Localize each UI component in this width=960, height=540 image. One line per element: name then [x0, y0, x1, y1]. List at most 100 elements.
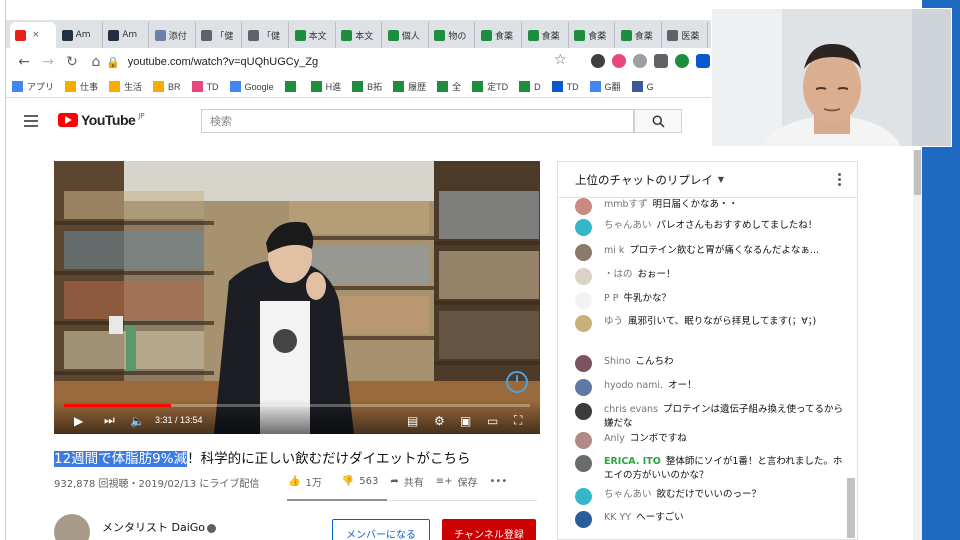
tab-close-icon[interactable]: ×	[32, 30, 40, 40]
bookmark-label: 仕事	[80, 82, 99, 92]
chat-avatar[interactable]	[575, 219, 592, 236]
chat-avatar[interactable]	[575, 455, 592, 472]
browser-tab[interactable]: 個人	[383, 22, 429, 48]
chat-scrollbar[interactable]	[847, 478, 855, 538]
chat-author: ゆう	[604, 316, 624, 327]
bookmark-item[interactable]: 生活	[109, 80, 142, 93]
bookmark-item[interactable]: H進	[310, 80, 341, 93]
chat-message-body: ゆう 風邪引いて、眠りながら拝見してます(；∀；)	[604, 315, 845, 329]
video-player[interactable]: ▶ ⏭ 🔈 3:31 / 13:54 ▤ ⚙ ▣ ▭ ⛶	[54, 161, 540, 434]
chat-avatar[interactable]	[575, 244, 592, 261]
browser-tab[interactable]: 本文	[336, 22, 383, 48]
fullscreen-icon[interactable]: ⛶	[514, 413, 522, 428]
bookmark-item[interactable]: B拓	[352, 80, 382, 93]
chat-avatar[interactable]	[575, 198, 592, 215]
camera-extension-icon[interactable]	[654, 54, 668, 68]
browser-tab[interactable]: 食薬	[523, 22, 569, 48]
video-actions: 👍 1万 👎 563 ➦ 共有 ≡+ 保存 •••	[288, 474, 507, 489]
bookmark-item[interactable]: TD	[191, 81, 219, 92]
home-icon[interactable]: ⌂	[84, 50, 108, 74]
chat-avatar[interactable]	[575, 403, 592, 420]
subscribe-button[interactable]: チャンネル登録	[442, 519, 536, 540]
bookmark-item[interactable]: BR	[153, 81, 181, 92]
bookmark-item[interactable]: D	[519, 81, 541, 92]
page-scrollbar-thumb[interactable]	[914, 150, 921, 195]
chat-header[interactable]: 上位のチャットのリプレイ ▼	[558, 162, 857, 198]
browser-tab[interactable]: 食薬	[569, 22, 616, 48]
extension-icon[interactable]	[633, 54, 647, 68]
bookmark-item[interactable]: G	[631, 81, 654, 92]
chat-avatar[interactable]	[575, 511, 592, 528]
bookmark-star-icon[interactable]: ☆	[554, 52, 567, 68]
youtube-logo[interactable]: YouTube JP	[58, 112, 145, 128]
more-options-icon[interactable]	[838, 173, 841, 188]
back-arrow-icon[interactable]: ←	[12, 50, 36, 74]
bookmark-item[interactable]: 履歴	[393, 80, 426, 93]
bookmark-item[interactable]: Google	[229, 81, 274, 92]
chat-avatar[interactable]	[575, 379, 592, 396]
search-input[interactable]: 検索	[201, 109, 634, 133]
volume-icon[interactable]: 🔈	[130, 414, 145, 428]
chat-avatar[interactable]	[575, 292, 592, 309]
chat-author: ・はの	[604, 269, 633, 280]
browser-tab[interactable]: 食薬	[476, 22, 522, 48]
next-icon[interactable]: ⏭	[104, 413, 115, 428]
subtitles-icon[interactable]: ▤	[407, 414, 418, 428]
reload-icon[interactable]: ↻	[60, 50, 84, 74]
share-button[interactable]: ➦ 共有	[390, 474, 423, 489]
channel-avatar[interactable]	[54, 514, 90, 540]
extension-icon[interactable]	[696, 54, 710, 68]
bookmark-item[interactable]: アプリ	[12, 80, 54, 93]
browser-tab[interactable]: Am	[57, 22, 103, 48]
extension-icon[interactable]	[675, 54, 689, 68]
browser-tab[interactable]: 物の	[429, 22, 476, 48]
progress-bar[interactable]	[64, 404, 530, 407]
settings-gear-icon[interactable]: ⚙	[434, 414, 445, 428]
address-bar[interactable]: 🔒 youtube.com/watch?v=qUQhUGCy_Zg	[106, 50, 584, 74]
play-icon[interactable]: ▶	[74, 414, 83, 428]
like-button[interactable]: 👍 1万	[288, 474, 322, 489]
browser-tab[interactable]: 医薬	[662, 22, 709, 48]
page-scrollbar[interactable]	[913, 150, 922, 540]
chat-avatar[interactable]	[575, 315, 592, 332]
chat-message-body: KK YY へーすごい	[604, 511, 845, 525]
chat-avatar[interactable]	[575, 488, 592, 505]
more-actions-button[interactable]: •••	[490, 476, 508, 487]
browser-tab[interactable]: ×	[10, 22, 56, 48]
bookmark-item[interactable]: 仕事	[65, 80, 98, 93]
browser-tab[interactable]: 食薬	[616, 22, 662, 48]
menu-icon[interactable]	[24, 115, 38, 127]
browser-tab[interactable]: Am	[103, 22, 150, 48]
join-membership-button[interactable]: メンバーになる	[332, 519, 430, 540]
save-button[interactable]: ≡+ 保存	[436, 474, 478, 489]
search-button[interactable]	[634, 109, 682, 133]
bookmark-item[interactable]	[284, 81, 300, 92]
channel-name[interactable]: メンタリスト DaiGo	[102, 519, 217, 535]
chat-text: 明日届くかなあ・・	[652, 199, 739, 210]
browser-tab[interactable]: 添付	[150, 22, 196, 48]
chat-avatar[interactable]	[575, 355, 592, 372]
browser-tab[interactable]: 本文	[290, 22, 336, 48]
forward-arrow-icon[interactable]: →	[36, 50, 60, 74]
chat-message-body: Shino こんちわ	[604, 355, 845, 369]
browser-tab[interactable]: 「健	[243, 22, 289, 48]
bookmark-item[interactable]: 定TD	[472, 80, 508, 93]
chat-avatar[interactable]	[575, 432, 592, 449]
bookmark-item[interactable]: G翻	[589, 80, 621, 93]
tab-label: Am	[122, 30, 138, 40]
extension-icon[interactable]	[612, 54, 626, 68]
bookmark-item[interactable]: TD	[551, 81, 579, 92]
chat-message-body: hyodo nami. オー！	[604, 379, 845, 393]
browser-tab[interactable]: 「健	[196, 22, 243, 48]
video-title-rest: ！科学的に正しい飲むだけダイエットがこちら	[187, 451, 471, 467]
progress-fill	[64, 404, 172, 407]
extension-icon[interactable]	[591, 54, 605, 68]
chat-avatar[interactable]	[575, 268, 592, 285]
miniplayer-icon[interactable]: ▣	[460, 414, 471, 428]
theater-mode-icon[interactable]: ▭	[487, 414, 498, 428]
bookmark-item[interactable]: 全	[437, 80, 461, 93]
chat-message-body: Anly コンボですね	[604, 432, 845, 446]
dislike-button[interactable]: 👎 563	[342, 476, 379, 487]
tab-favicon-icon	[527, 29, 539, 41]
webcam-overlay	[711, 8, 952, 147]
